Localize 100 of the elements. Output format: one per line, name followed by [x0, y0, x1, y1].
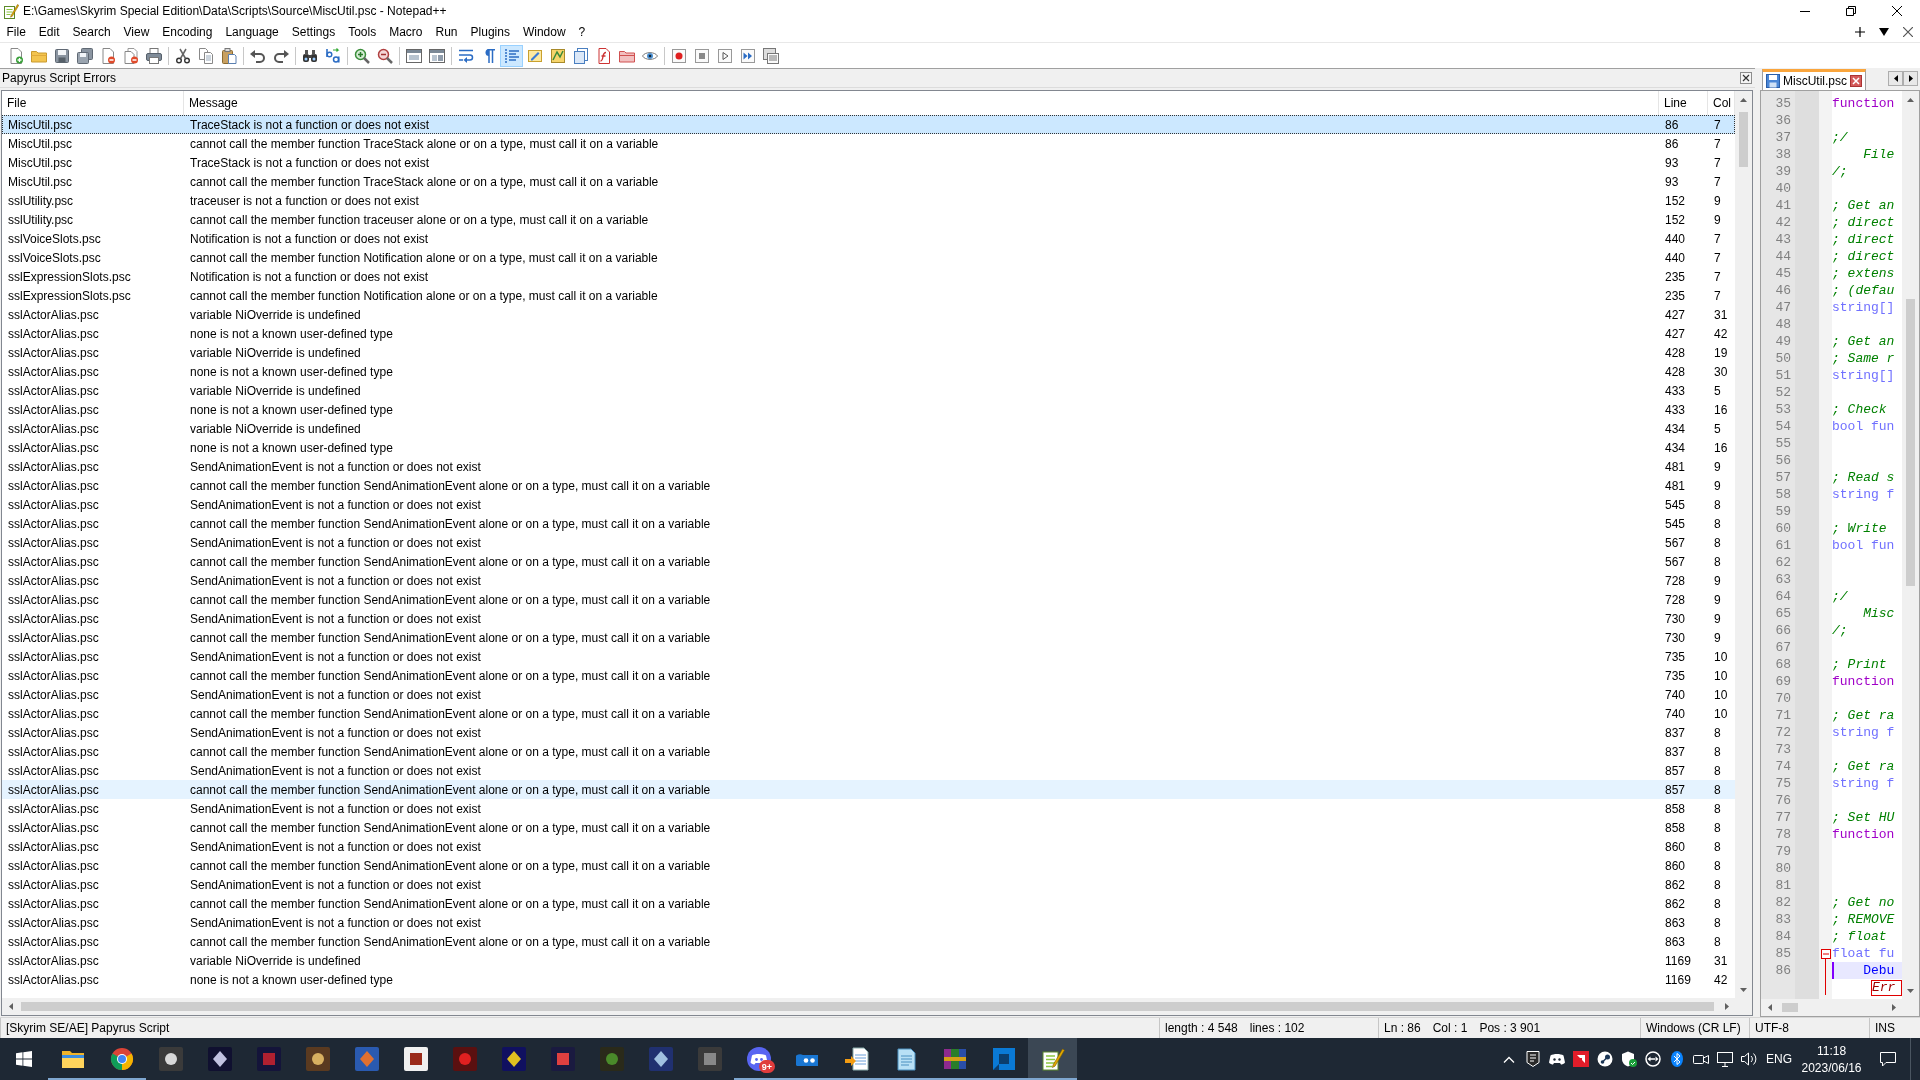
error-row[interactable]: sslExpressionSlots.psc Notification is not a function or does not exist 235 7: [2, 267, 1735, 286]
shield-check-icon[interactable]: [1621, 1051, 1637, 1067]
error-row[interactable]: sslVoiceSlots.psc Notification is not a function or does not exist 440 7: [2, 229, 1735, 248]
chevron-left-icon[interactable]: [8, 1003, 13, 1010]
menu-item[interactable]: Search: [66, 23, 118, 41]
triangle-down-icon[interactable]: [1879, 28, 1889, 36]
menu-item[interactable]: Tools: [341, 23, 383, 41]
bluetooth-icon[interactable]: [1671, 1051, 1683, 1067]
error-row[interactable]: sslActorAlias.psc SendAnimationEvent is not a function or does not exist 728 9: [2, 571, 1735, 590]
error-row[interactable]: sslActorAlias.psc SendAnimationEvent is not a function or does not exist 862 8: [2, 875, 1735, 894]
error-row[interactable]: MiscUtil.psc cannot call the member function TraceStack alone or on a type, must call it on a variable 93 7: [2, 172, 1735, 191]
error-row[interactable]: sslActorAlias.psc cannot call the member function SendAnimationEvent alone or on a type, must call it on a variable 837 8: [2, 742, 1735, 761]
message-icon[interactable]: [1880, 1051, 1896, 1067]
menu-item[interactable]: Run: [429, 23, 465, 41]
menu-item[interactable]: Macro: [382, 23, 429, 41]
error-row[interactable]: sslActorAlias.psc none is not a known user-defined type 428 30: [2, 362, 1735, 381]
error-row[interactable]: sslActorAlias.psc cannot call the member function SendAnimationEvent alone or on a type, must call it on a variable 735 10: [2, 666, 1735, 685]
error-row[interactable]: sslExpressionSlots.psc cannot call the member function Notification alone or on a type, must call it on a variable 235 7: [2, 286, 1735, 305]
error-row[interactable]: sslActorAlias.psc SendAnimationEvent is not a function or does not exist 740 10: [2, 685, 1735, 704]
chevron-down-icon[interactable]: [1907, 988, 1914, 993]
error-row[interactable]: MiscUtil.psc TraceStack is not a function or does not exist 86 7: [2, 115, 1735, 134]
scrollbar-thumb[interactable]: [1782, 1003, 1798, 1012]
error-row[interactable]: sslActorAlias.psc none is not a known user-defined type 433 16: [2, 400, 1735, 419]
menu-item[interactable]: Settings: [285, 23, 342, 41]
error-row[interactable]: sslActorAlias.psc cannot call the member function SendAnimationEvent alone or on a type, must call it on a variable 481 9: [2, 476, 1735, 495]
clock-date[interactable]: 2023/06/16: [1801, 1060, 1862, 1075]
error-row[interactable]: sslActorAlias.psc SendAnimationEvent is not a function or does not exist 481 9: [2, 457, 1735, 476]
error-row[interactable]: sslActorAlias.psc cannot call the member function SendAnimationEvent alone or on a type, must call it on a variable 863 8: [2, 932, 1735, 951]
error-row[interactable]: sslActorAlias.psc SendAnimationEvent is not a function or does not exist 567 8: [2, 533, 1735, 552]
error-row[interactable]: sslActorAlias.psc SendAnimationEvent is not a function or does not exist 730 9: [2, 609, 1735, 628]
round-logo-icon[interactable]: [1597, 1051, 1613, 1067]
menu-item[interactable]: Plugins: [464, 23, 517, 41]
error-row[interactable]: sslActorAlias.psc variable NiOverride is undefined 433 5: [2, 381, 1735, 400]
shield-logo-icon[interactable]: [1526, 1051, 1540, 1067]
clock-time[interactable]: 11:18: [1816, 1043, 1847, 1058]
error-row[interactable]: sslActorAlias.psc none is not a known user-defined type 427 42: [2, 324, 1735, 343]
error-row[interactable]: sslActorAlias.psc variable NiOverride is undefined 427 31: [2, 305, 1735, 324]
scrollbar-thumb[interactable]: [1906, 299, 1915, 586]
menu-item[interactable]: Edit: [32, 23, 67, 41]
error-row[interactable]: sslActorAlias.psc SendAnimationEvent is not a function or does not exist 863 8: [2, 913, 1735, 932]
error-row[interactable]: sslActorAlias.psc cannot call the member function SendAnimationEvent alone or on a type, must call it on a variable 740 10: [2, 704, 1735, 723]
error-row[interactable]: sslActorAlias.psc cannot call the member function SendAnimationEvent alone or on a type, must call it on a variable 858 8: [2, 818, 1735, 837]
error-row[interactable]: sslActorAlias.psc cannot call the member function SendAnimationEvent alone or on a type, must call it on a variable 730 9: [2, 628, 1735, 647]
error-row[interactable]: sslActorAlias.psc cannot call the member function SendAnimationEvent alone or on a type, must call it on a variable 857 8: [2, 780, 1735, 799]
square-logo-icon[interactable]: [1573, 1051, 1589, 1067]
scroll-right-button[interactable]: [1903, 71, 1918, 86]
error-row[interactable]: sslActorAlias.psc SendAnimationEvent is not a function or does not exist 735 10: [2, 647, 1735, 666]
error-row[interactable]: sslUtility.psc traceuser is not a function or does not exist 152 9: [2, 191, 1735, 210]
error-row[interactable]: sslVoiceSlots.psc cannot call the member function Notification alone or on a type, must call it on a variable 440 7: [2, 248, 1735, 267]
chevron-right-icon[interactable]: [1891, 1004, 1896, 1011]
error-row[interactable]: sslActorAlias.psc SendAnimationEvent is not a function or does not exist 857 8: [2, 761, 1735, 780]
error-row[interactable]: sslActorAlias.psc variable NiOverride is undefined 434 5: [2, 419, 1735, 438]
error-row[interactable]: MiscUtil.psc TraceStack is not a function or does not exist 93 7: [2, 153, 1735, 172]
chevron-up-icon[interactable]: [1907, 97, 1914, 102]
fold-minus-icon[interactable]: [1820, 948, 1831, 959]
error-row[interactable]: sslActorAlias.psc cannot call the member function SendAnimationEvent alone or on a type, must call it on a variable 728 9: [2, 590, 1735, 609]
taskbar-button[interactable]: 9+: [734, 1038, 783, 1080]
error-row[interactable]: sslActorAlias.psc variable NiOverride is undefined 428 19: [2, 343, 1735, 362]
indent-guide-button[interactable]: [500, 44, 523, 67]
error-row[interactable]: sslUtility.psc cannot call the member function traceuser alone or on a type, must call it on a variable 152 9: [2, 210, 1735, 229]
error-row[interactable]: sslActorAlias.psc none is not a known user-defined type 1169 42: [2, 970, 1735, 989]
menu-item[interactable]: Encoding: [155, 23, 219, 41]
code-editor[interactable]: [1761, 91, 1902, 999]
scrollbar-thumb[interactable]: [21, 1002, 1714, 1011]
error-row[interactable]: sslActorAlias.psc cannot call the member function SendAnimationEvent alone or on a type, must call it on a variable 862 8: [2, 894, 1735, 913]
chevron-right-icon[interactable]: [1724, 1003, 1729, 1010]
camera-icon[interactable]: [1693, 1053, 1709, 1065]
chevron-down-icon[interactable]: [1740, 987, 1747, 992]
controller-icon[interactable]: [1549, 1053, 1565, 1065]
close-icon[interactable]: [1903, 27, 1913, 37]
error-row[interactable]: sslActorAlias.psc SendAnimationEvent is not a function or does not exist 858 8: [2, 799, 1735, 818]
line-number: 62: [1775, 555, 1791, 570]
error-row[interactable]: sslActorAlias.psc none is not a known user-defined type 434 16: [2, 438, 1735, 457]
error-row[interactable]: sslActorAlias.psc cannot call the member function SendAnimationEvent alone or on a type, must call it on a variable 860 8: [2, 856, 1735, 875]
file-tab[interactable]: MiscUtil.psc: [1762, 69, 1866, 90]
menu-item[interactable]: ?: [572, 23, 592, 41]
keyboard-language[interactable]: ENG: [1766, 1052, 1792, 1066]
plus-icon[interactable]: [1855, 27, 1865, 37]
taskbar-button[interactable]: [1028, 1038, 1077, 1080]
close-icon[interactable]: [1850, 75, 1862, 87]
menu-item[interactable]: Window: [516, 23, 573, 41]
scrollbar-thumb[interactable]: [1739, 112, 1748, 167]
error-row[interactable]: sslActorAlias.psc cannot call the member function SendAnimationEvent alone or on a type, must call it on a variable 545 8: [2, 514, 1735, 533]
menu-item[interactable]: View: [117, 23, 156, 41]
menu-item[interactable]: File: [0, 23, 33, 41]
error-row[interactable]: sslActorAlias.psc variable NiOverride is undefined 1169 31: [2, 951, 1735, 970]
error-row[interactable]: MiscUtil.psc cannot call the member function TraceStack alone or on a type, must call it on a variable 86 7: [2, 134, 1735, 153]
scroll-left-button[interactable]: [1888, 71, 1903, 86]
monitor-icon[interactable]: [1717, 1051, 1733, 1067]
error-message: none is not a known user-defined type: [189, 972, 393, 987]
chevron-left-icon[interactable]: [1767, 1004, 1772, 1011]
menu-item[interactable]: Language: [218, 23, 286, 41]
speaker-icon[interactable]: [1741, 1052, 1757, 1066]
close-icon[interactable]: [1740, 72, 1752, 84]
error-row[interactable]: sslActorAlias.psc SendAnimationEvent is not a function or does not exist 545 8: [2, 495, 1735, 514]
chevron-up-icon[interactable]: [1503, 1055, 1515, 1063]
chevron-up-icon[interactable]: [1740, 97, 1747, 102]
error-row[interactable]: sslActorAlias.psc SendAnimationEvent is not a function or does not exist 860 8: [2, 837, 1735, 856]
error-row[interactable]: sslActorAlias.psc SendAnimationEvent is not a function or does not exist 837 8: [2, 723, 1735, 742]
error-row[interactable]: sslActorAlias.psc cannot call the member function SendAnimationEvent alone or on a type, must call it on a variable 567 8: [2, 552, 1735, 571]
